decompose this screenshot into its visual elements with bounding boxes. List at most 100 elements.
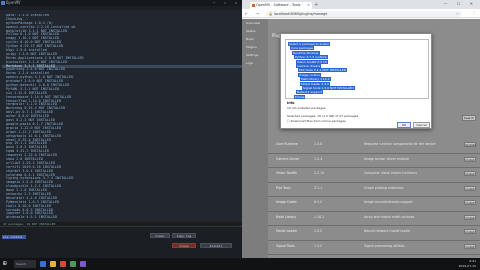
plugin-description: Array and matrix math routines: [364, 214, 415, 219]
sidebar-item[interactable]: Settings: [242, 51, 268, 59]
tree-node-label: Python 3.7.3 runtime: [294, 55, 328, 60]
plugin-name: Vision Toolkit: [276, 171, 297, 175]
plugin-action-button[interactable]: Install: [464, 171, 476, 176]
dialog-subtitle: 19 not installed packages: [287, 106, 326, 110]
download-checkbox[interactable]: ☐ Download files from online packages: [287, 119, 346, 123]
tree-node[interactable]: Extras: [288, 94, 426, 99]
nav-bar: ← → ⟳ 🔒 localhost:8080/plugins/manage ☆ …: [242, 9, 480, 18]
plugin-name: Core Runtime: [276, 142, 298, 146]
plugin-row: Plot Tools 3.1.1 Graph plotting extension I…: [268, 183, 480, 197]
close-tab-icon[interactable]: ×: [307, 2, 310, 9]
plugin-row: Camera Driver 1.0.4 Image sensor driver mo…: [268, 154, 480, 168]
search-button[interactable]: Search: [462, 115, 476, 121]
plugin-row: Model Loader 2.9.0 Neural network model lo…: [268, 226, 480, 241]
plugin-version: 2.9.0: [314, 229, 323, 233]
checkbox-label: Download files from online packages: [290, 119, 346, 123]
plugin-description: Required runtime components for the devi…: [364, 142, 436, 146]
app-icon-3[interactable]: [80, 261, 86, 267]
page-sidebar: Overview Status Build Plugins Settings Logs: [242, 19, 268, 258]
address-bar[interactable]: 🔒 localhost:8080/plugins/manage ☆: [266, 10, 462, 17]
tree-node-label: Network support: [296, 90, 323, 95]
plugin-version: 3.1.1: [314, 185, 323, 190]
app-icon: [1, 1, 5, 5]
plugin-action-button[interactable]: Install: [464, 156, 476, 162]
sidebar-item[interactable]: Plugins: [242, 43, 268, 51]
chrome-icon[interactable]: [60, 261, 66, 267]
tree-node-label: Vision toolkit 2.2.10: [296, 59, 328, 64]
menu-icon[interactable]: ⋮: [472, 10, 476, 15]
close-button[interactable]: Close: [172, 243, 196, 248]
terminal-panel: pip install Clear Copy log Close Install: [0, 226, 242, 258]
plugin-name: Plot Tools: [276, 185, 291, 190]
tree-node-label: Runtime libraries: [292, 50, 320, 55]
plugin-description: Signal processing utilities: [364, 243, 405, 248]
taskbar-search[interactable]: Search: [14, 260, 36, 268]
tree-node-label: Model loader 2.9.0: [300, 81, 331, 86]
tree-node-label: Camera drivers: [296, 63, 322, 68]
tree-node-label: Image codecs: [298, 72, 321, 77]
favicon-icon: [251, 4, 255, 7]
tree-node-label: Core packages: [290, 46, 315, 51]
tree-node-label: Signal tools 1.3.0 NOT INSTALLED: [302, 85, 355, 90]
plugin-action-button[interactable]: Install: [464, 185, 476, 191]
tab-strip: OpenMV - Software - Tools × + — ☐ ✕: [242, 0, 480, 9]
tree-node-label: Select a package to install: [288, 42, 330, 46]
file-explorer-icon[interactable]: [50, 261, 56, 267]
tree-node-label: Math library 1.16.2: [300, 77, 331, 82]
plugin-version: 1.0.4: [314, 156, 323, 161]
plugin-action-button[interactable]: Install: [464, 200, 476, 205]
taskbar: ⊞ Search 9:41 2019-07-15: [0, 258, 480, 270]
windows-start-icon[interactable]: ⊞: [3, 261, 9, 267]
plugin-version: 2.4.8: [314, 142, 323, 146]
clear-button[interactable]: Clear: [150, 233, 170, 238]
plugin-description: Neural network model loader: [364, 229, 411, 233]
sidebar-item[interactable]: Overview: [242, 19, 268, 27]
url-text: localhost:8080/plugins/manage: [274, 11, 328, 16]
sidebar-item[interactable]: Status: [242, 27, 268, 35]
editor-title: OpenMV: [6, 0, 21, 5]
tree-node-label: Plot tools 3.1.1 NOT INSTALLED: [298, 68, 348, 73]
plugin-action-button[interactable]: Update: [464, 142, 476, 147]
plugin-version: 6.1.0: [314, 200, 323, 204]
task-view-icon[interactable]: [40, 261, 46, 267]
cancel-button[interactable]: Cancel: [413, 122, 430, 128]
plugin-name: Image Codec: [276, 200, 297, 204]
app-icon-2[interactable]: [70, 261, 76, 267]
plugin-version: 1.16.2: [314, 214, 325, 219]
plugin-description: Computer vision helper functions: [364, 171, 418, 175]
package-tree[interactable]: Select a package to install Core packages…: [285, 39, 429, 99]
editor-titlebar: OpenMV — ☐ ✕: [0, 0, 242, 6]
ok-button[interactable]: OK: [397, 122, 411, 128]
window-controls[interactable]: — ☐ ✕: [213, 0, 240, 6]
editor-window: OpenMV — ☐ ✕ Data: 2.4.8 installed Checki…: [0, 0, 242, 258]
tree-node-label: Extras: [294, 94, 306, 99]
sidebar-item[interactable]: Logs: [242, 59, 268, 67]
plugin-action-button[interactable]: Install: [464, 243, 476, 249]
copy-log-button[interactable]: Copy log: [172, 233, 196, 238]
new-tab-icon[interactable]: +: [314, 2, 318, 8]
browser-tab[interactable]: OpenMV - Software - Tools ×: [250, 2, 312, 9]
plugin-version: 1.3.0: [314, 243, 323, 248]
plugin-name: Signal Tools: [276, 243, 295, 248]
plugin-name: Camera Driver: [276, 156, 300, 161]
install-button[interactable]: Install: [200, 243, 232, 248]
sidebar-item[interactable]: Build: [242, 35, 268, 43]
install-dialog: Select a package to install Core packages…: [280, 33, 432, 129]
plugin-row: Math Library 1.16.2 Array and matrix math …: [268, 212, 480, 226]
plugin-version: 2.2.10: [314, 171, 325, 175]
tab-title: OpenMV - Software - Tools: [256, 3, 301, 7]
plugin-row: Core Runtime 2.4.8 Required runtime compon…: [268, 139, 480, 154]
plugin-description: Graph plotting extension: [364, 185, 404, 190]
plugin-row: Vision Toolkit 2.2.10 Computer vision help…: [268, 168, 480, 183]
plugin-description: Image sensor driver module: [364, 156, 409, 161]
plugin-action-button[interactable]: Install: [464, 229, 476, 234]
editor-toolbar: [0, 6, 242, 10]
terminal-input[interactable]: pip install: [2, 235, 26, 239]
bookmark-star-icon[interactable]: ☆: [456, 11, 459, 17]
plugin-name: Math Library: [276, 214, 297, 219]
system-clock[interactable]: 9:41 2019-07-15: [459, 259, 476, 268]
plugin-table: Core Runtime 2.4.8 Required runtime compon…: [268, 139, 480, 255]
code-output[interactable]: Data: 2.4.8 installed Checking... pythonP…: [2, 14, 242, 226]
plugin-action-button[interactable]: Install: [464, 214, 476, 220]
browser-window-controls[interactable]: — ☐ ✕: [444, 1, 477, 6]
